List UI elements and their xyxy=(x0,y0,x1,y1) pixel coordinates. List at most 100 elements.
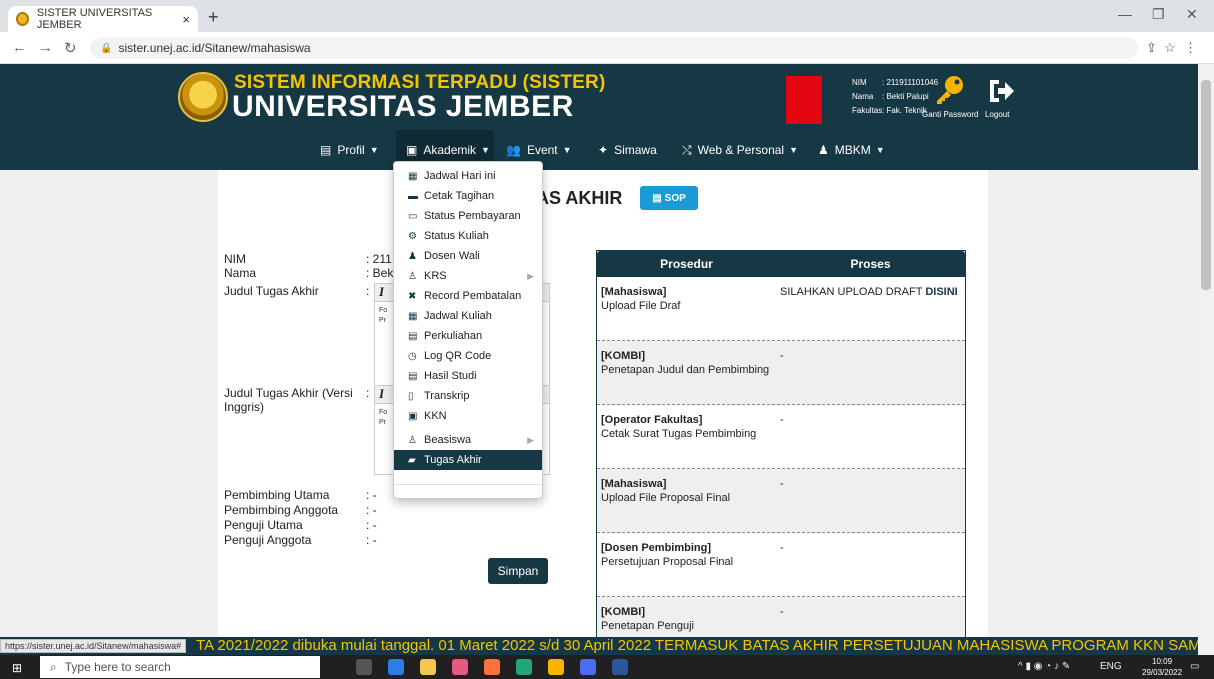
menu-item-dosen-wali[interactable]: ♟ Dosen Wali xyxy=(394,246,542,266)
menu-item-krs[interactable]: ♙ KRS ▶ xyxy=(394,266,542,286)
key-icon[interactable] xyxy=(934,74,966,106)
menu-item-transkrip[interactable]: ▯ Transkrip xyxy=(394,386,542,406)
close-window-icon[interactable]: ✕ xyxy=(1186,6,1198,23)
simpan-button[interactable]: Simpan xyxy=(488,558,548,584)
main-nav: ▤ Profil ▼ ▣ Akademik ▼ 👥 Event ▼ ✦ Simawa … xyxy=(0,130,1198,170)
logout-link[interactable]: Logout xyxy=(985,110,1009,119)
security-shield-icon[interactable] xyxy=(388,659,404,675)
col-proses: Proses xyxy=(850,257,891,271)
table-row: [KOMBI] Penetapan Penguji - xyxy=(597,597,965,637)
sticky-notes-icon[interactable] xyxy=(548,659,564,675)
penguji-utama-value: : - xyxy=(366,518,377,532)
calendar-icon: ▦ xyxy=(408,170,418,182)
notification-icon[interactable]: ▭ xyxy=(1190,661,1199,672)
page-scrollbar[interactable] xyxy=(1198,64,1214,655)
menu-item-kkn[interactable]: ▣ KKN xyxy=(394,406,542,426)
word-icon[interactable] xyxy=(612,659,628,675)
menu-item-log-qr-code[interactable]: ◷ Log QR Code xyxy=(394,346,542,366)
share-icon[interactable]: ⇪ xyxy=(1146,40,1157,56)
table-row: [Operator Fakultas] Cetak Surat Tugas Pem… xyxy=(597,405,965,469)
browser-toolbar: ← → ↻ 🔒 sister.unej.ac.id/Sitanew/mahasi… xyxy=(0,32,1214,64)
bookmark-star-icon[interactable]: ☆ xyxy=(1164,40,1176,56)
table-row: [Mahasiswa] Upload File Proposal Final - xyxy=(597,469,965,533)
judul-colon: : xyxy=(366,284,370,298)
judul-en-colon: : xyxy=(366,386,370,400)
logout-icon[interactable] xyxy=(986,76,1016,106)
random-icon: ⤭ xyxy=(682,142,692,157)
menu-item-cetak-tagihan[interactable]: ▬ Cetak Tagihan xyxy=(394,186,542,206)
book-icon: ▰ xyxy=(408,454,416,466)
clock-icon: ◷ xyxy=(408,350,417,362)
taskbar-search-input[interactable]: ⌕ Type here to search xyxy=(40,656,320,678)
mail-icon[interactable] xyxy=(580,659,596,675)
file-explorer-icon[interactable] xyxy=(420,659,436,675)
lock-icon: 🔒 xyxy=(100,42,113,54)
menu-item-status-kuliah[interactable]: ⚙ Status Kuliah xyxy=(394,226,542,246)
photos-icon[interactable] xyxy=(452,659,468,675)
firefox-icon[interactable] xyxy=(484,659,500,675)
chevron-right-icon: ▶ xyxy=(527,434,534,445)
menu-item-jadwal-hari-ini[interactable]: ▦ Jadwal Hari ini xyxy=(394,166,542,186)
penguji-anggota-label: Penguji Anggota xyxy=(224,533,312,547)
tray-icons[interactable]: ^ ▮ ◉ ◔ ♪ ✎ xyxy=(1018,661,1070,672)
clock[interactable]: 10:09 29/03/2022 xyxy=(1142,656,1182,678)
col-prosedur: Prosedur xyxy=(660,257,713,271)
pembimbing-utama-value: : - xyxy=(366,488,377,502)
caret-down-icon: ▼ xyxy=(875,145,885,155)
nav-web-personal[interactable]: ⤭ Web & Personal ▼ xyxy=(682,130,798,170)
pembimbing-anggota-label: Pembimbing Anggota xyxy=(224,503,339,517)
task-view-icon[interactable] xyxy=(356,659,372,675)
sop-button[interactable]: ▤ SOP xyxy=(640,186,698,210)
judul-en-label: Judul Tugas Akhir (Versi Inggris) xyxy=(224,386,353,414)
caret-down-icon: ▼ xyxy=(481,145,490,155)
address-bar[interactable]: 🔒 sister.unej.ac.id/Sitanew/mahasiswa xyxy=(90,37,1138,59)
pembimbing-utama-label: Pembimbing Utama xyxy=(224,488,330,502)
menu-item-jadwal-kuliah[interactable]: ▦ Jadwal Kuliah xyxy=(394,306,542,326)
university-logo[interactable] xyxy=(178,72,228,122)
nav-profil[interactable]: ▤ Profil ▼ xyxy=(320,130,379,170)
tab-close-icon[interactable]: × xyxy=(182,12,190,27)
procedure-table: Prosedur Proses [Mahasiswa] Upload File D… xyxy=(596,250,966,637)
nav-simawa[interactable]: ✦ Simawa xyxy=(598,130,657,170)
briefcase-icon: ▣ xyxy=(408,410,418,422)
maximize-icon[interactable]: ❐ xyxy=(1152,6,1165,23)
forward-icon[interactable]: → xyxy=(38,39,53,56)
menu-item-perkuliahan[interactable]: ▤ Perkuliahan xyxy=(394,326,542,346)
menu-item-tugas-akhir[interactable]: ▰ Tugas Akhir xyxy=(394,450,542,470)
browser-tab[interactable]: SISTER UNIVERSITAS JEMBER × xyxy=(8,6,198,32)
list-alt-icon: ▤ xyxy=(408,370,418,382)
menu-item-beasiswa[interactable]: ♙ Beasiswa ▶ xyxy=(394,430,542,450)
site-favicon-icon xyxy=(16,12,29,26)
browser-tab-bar: SISTER UNIVERSITAS JEMBER × + — ❐ ✕ xyxy=(0,0,1214,32)
tab-title: SISTER UNIVERSITAS JEMBER xyxy=(36,7,153,31)
chevron-right-icon: ▶ xyxy=(527,270,534,281)
url-text: sister.unej.ac.id/Sitanew/mahasiswa xyxy=(118,41,311,55)
menu-item-record-pembatalan[interactable]: ✖ Record Pembatalan xyxy=(394,286,542,306)
menu-dots-icon[interactable]: ⋮ xyxy=(1184,40,1197,56)
ganti-password-link[interactable]: Ganti Password xyxy=(922,110,978,119)
back-icon[interactable]: ← xyxy=(12,39,27,56)
user-times-icon: ✖ xyxy=(408,290,417,302)
status-bar-url: https://sister.unej.ac.id/Sitanew/mahasi… xyxy=(0,639,187,653)
user-graduate-icon: ♙ xyxy=(408,434,417,446)
minimize-icon[interactable]: — xyxy=(1118,6,1132,22)
menu-item-hasil-studi[interactable]: ▤ Hasil Studi xyxy=(394,366,542,386)
procedure-table-header: Prosedur Proses xyxy=(597,251,965,277)
new-tab-button[interactable]: + xyxy=(208,7,219,28)
money-icon: ▬ xyxy=(408,190,418,202)
file-icon: ▤ xyxy=(652,192,662,204)
windows-start-icon[interactable]: ⊞ xyxy=(12,661,22,675)
upload-draft-link[interactable]: DISINI xyxy=(925,286,957,298)
edge-icon[interactable] xyxy=(516,659,532,675)
nav-mbkm[interactable]: ♟ MBKM ▼ xyxy=(818,130,885,170)
judul-label: Judul Tugas Akhir xyxy=(224,284,319,298)
user-graduate-icon: ♟ xyxy=(818,143,829,157)
scroll-thumb[interactable] xyxy=(1201,80,1211,290)
penguji-anggota-value: : - xyxy=(366,533,377,547)
table-row: [Mahasiswa] Upload File Draf SILAHKAN UPL… xyxy=(597,277,965,341)
language-indicator[interactable]: ENG xyxy=(1100,661,1122,672)
search-icon: ⌕ xyxy=(50,659,57,674)
reload-icon[interactable]: ↻ xyxy=(64,39,77,57)
table-row: [Dosen Pembimbing] Persetujuan Proposal F… xyxy=(597,533,965,597)
menu-item-status-pembayaran[interactable]: ▭ Status Pembayaran xyxy=(394,206,542,226)
